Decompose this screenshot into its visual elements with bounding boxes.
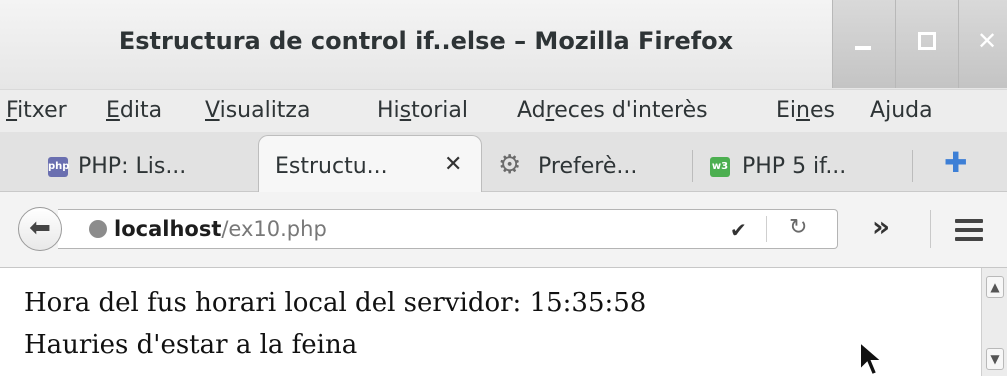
close-icon: ✕ [977,27,998,55]
window-titlebar[interactable]: Estructura de control if..else – Mozilla… [0,0,1007,90]
close-window-button[interactable]: ✕ [958,0,1007,88]
status-message-text: Hauries d'estar a la feina [24,330,358,360]
w3-favicon-icon: w3 [710,157,730,177]
menu-ajuda[interactable]: Ajuda [870,98,933,123]
back-button[interactable]: ⬅ [18,207,62,251]
tab-label: PHP: Lis... [78,154,187,179]
menu-visualitza[interactable]: Visualitza [205,98,310,123]
overflow-chevron-icon[interactable]: » [872,210,890,243]
tab-separator [692,150,693,182]
reload-icon[interactable]: ↻ [789,215,807,240]
arrow-left-icon: ⬅ [29,213,51,243]
tab-php5-if[interactable]: w3 PHP 5 if... [706,140,906,190]
tab-strip: php PHP: Lis... Estructu... ✕ ⚙ Preferè.… [0,132,1007,193]
hamburger-menu-icon[interactable] [955,219,983,246]
nav-separator [930,210,931,248]
php-favicon-icon: php [48,157,69,177]
menu-edita[interactable]: Edita [106,98,162,123]
window-title: Estructura de control if..else – Mozilla… [118,27,734,55]
minimize-icon [855,46,871,50]
tab-label: PHP 5 if... [742,154,847,179]
tab-close-icon[interactable]: ✕ [444,152,462,177]
maximize-icon [918,32,936,50]
tab-separator [912,150,913,182]
scroll-up-button[interactable]: ▲ [986,276,1004,298]
gear-icon: ⚙ [498,150,522,180]
tab-estructura[interactable]: Estructu... ✕ [258,135,482,193]
server-time-text: Hora del fus horari local del servidor: … [24,288,647,318]
menu-bar: Fitxer Edita Visualitza Historial Adrece… [0,90,1007,132]
tab-label: Preferè... [538,154,638,179]
url-path: /ex10.php [221,217,327,241]
menu-adreces[interactable]: Adreces d'interès [517,98,708,123]
nav-bar: localhost/ex10.php ✔ ↻ ⬅ » [0,192,1007,268]
menu-eines[interactable]: Eines [776,98,835,123]
tab-label: Estructu... [275,154,388,179]
mouse-cursor-icon [859,340,885,377]
url-separator [766,216,767,242]
vertical-scrollbar[interactable]: ▲ ▼ [981,268,1007,376]
new-tab-button[interactable]: ✚ [944,146,967,179]
url-host: localhost [114,217,222,241]
menu-fitxer[interactable]: Fitxer [6,98,67,123]
tab-preferences[interactable]: ⚙ Preferè... [494,140,684,190]
scroll-down-button[interactable]: ▼ [986,348,1004,370]
chevron-down-icon[interactable]: ✔ [730,218,747,242]
minimize-button[interactable] [832,0,895,88]
url-text[interactable]: localhost/ex10.php [114,217,327,241]
page-content: Hora del fus horari local del servidor: … [0,268,980,376]
maximize-button[interactable] [895,0,958,88]
tab-php-list[interactable]: php PHP: Lis... [40,140,250,190]
menu-historial[interactable]: Historial [377,98,468,123]
globe-icon [89,220,107,238]
url-bar[interactable]: localhost/ex10.php ✔ ↻ [58,209,838,249]
